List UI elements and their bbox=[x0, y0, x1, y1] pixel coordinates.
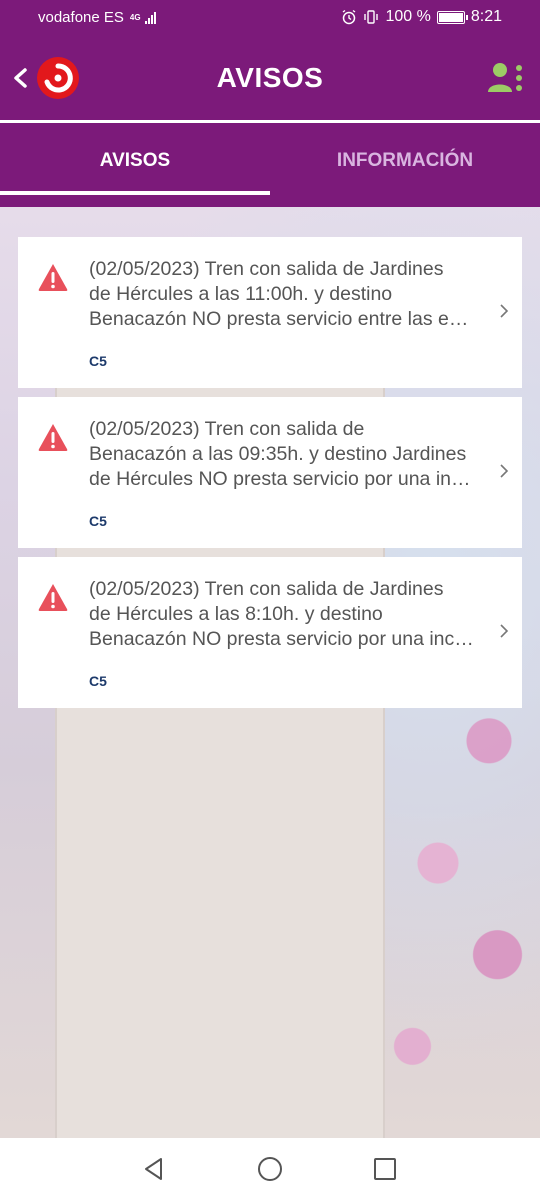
alarm-icon bbox=[343, 9, 356, 25]
back-triangle-icon[interactable] bbox=[141, 1156, 167, 1182]
battery-level bbox=[438, 12, 463, 22]
notice-text-line: Benacazón NO presta servicio por una inc… bbox=[89, 628, 474, 650]
tab-bar: AVISOS INFORMACIÓN bbox=[0, 123, 540, 207]
notice-text-line: (02/05/2023) Tren con salida de bbox=[89, 418, 365, 440]
status-right: 100 % 8:21 bbox=[341, 8, 502, 26]
notice-text-line: Benacazón a las 09:35h. y destino Jardin… bbox=[89, 443, 467, 465]
clock: 8:21 bbox=[470, 8, 502, 25]
notices-list[interactable]: (02/05/2023) Tren con salida de Jardines… bbox=[0, 207, 540, 1138]
chevron-right-icon bbox=[500, 464, 509, 478]
status-bar: vodafone ES 4G 100 % 8:21 bbox=[0, 0, 540, 36]
network-type: 4G bbox=[129, 12, 141, 22]
battery-percent: 100 % bbox=[385, 8, 431, 25]
carrier-name: vodafone ES bbox=[38, 9, 124, 26]
system-nav-bar bbox=[0, 1138, 540, 1200]
notice-text-line: de Hércules a las 8:10h. y destino bbox=[89, 603, 383, 625]
notice-text: (02/05/2023) Tren con salida de Benacazó… bbox=[89, 417, 489, 492]
tab-informacion[interactable]: INFORMACIÓN bbox=[270, 123, 540, 207]
notice-text-line: de Hércules a las 11:00h. y destino bbox=[89, 283, 393, 305]
notice-text-line: (02/05/2023) Tren con salida de Jardines bbox=[89, 578, 444, 600]
warning-icon bbox=[38, 424, 68, 451]
notice-text: (02/05/2023) Tren con salida de Jardines… bbox=[89, 577, 489, 652]
recents-square-icon[interactable] bbox=[372, 1156, 398, 1182]
signal-icon bbox=[144, 11, 156, 24]
notice-card[interactable]: (02/05/2023) Tren con salida de Jardines… bbox=[18, 557, 522, 708]
notice-text-line: de Hércules NO presta servicio por una i… bbox=[89, 468, 471, 490]
vibrate-icon bbox=[364, 10, 379, 24]
line-badge: C5 bbox=[89, 353, 107, 369]
warning-icon bbox=[38, 584, 68, 611]
notice-text: (02/05/2023) Tren con salida de Jardines… bbox=[89, 257, 489, 332]
notice-text-line: (02/05/2023) Tren con salida de Jardines bbox=[89, 258, 444, 280]
chevron-right-icon bbox=[500, 624, 509, 638]
battery-icon bbox=[436, 10, 468, 24]
line-badge: C5 bbox=[89, 513, 107, 529]
home-circle-icon[interactable] bbox=[257, 1156, 283, 1182]
notice-card[interactable]: (02/05/2023) Tren con salida de Benacazó… bbox=[18, 397, 522, 548]
status-left: vodafone ES 4G bbox=[38, 9, 156, 26]
tab-selected-indicator bbox=[0, 191, 270, 195]
app-bar: AVISOS bbox=[0, 36, 540, 120]
notice-card[interactable]: (02/05/2023) Tren con salida de Jardines… bbox=[18, 237, 522, 388]
user-menu-icon[interactable] bbox=[486, 58, 526, 98]
page-title: AVISOS bbox=[216, 62, 324, 93]
chevron-right-icon bbox=[500, 304, 509, 318]
line-badge: C5 bbox=[89, 673, 107, 689]
notice-text-line: Benacazón NO presta servicio entre las e… bbox=[89, 308, 469, 330]
warning-icon bbox=[38, 264, 68, 291]
